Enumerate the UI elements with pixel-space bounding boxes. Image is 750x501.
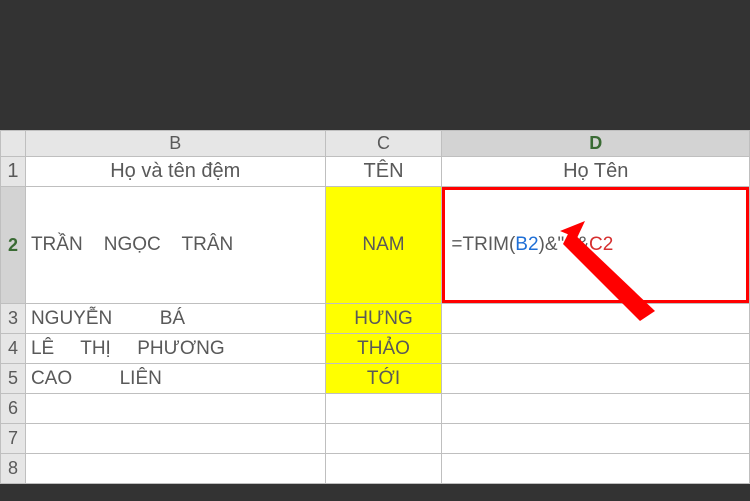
row-8: 8	[1, 454, 750, 484]
formula-ref-b2: B2	[515, 234, 538, 256]
row-header-7[interactable]: 7	[1, 424, 26, 454]
cell-C2[interactable]: NAM	[325, 187, 442, 304]
formula-ref-c2: C2	[589, 234, 613, 256]
spreadsheet[interactable]: B C D 1 Họ và tên đệm TÊN Họ Tên 2 TRẦN …	[0, 130, 750, 484]
row-header-6[interactable]: 6	[1, 394, 26, 424]
col-header-C[interactable]: C	[325, 131, 442, 157]
row-3: 3 NGUYỄN BÁ HƯNG	[1, 304, 750, 334]
grid[interactable]: B C D 1 Họ và tên đệm TÊN Họ Tên 2 TRẦN …	[0, 130, 750, 484]
row-4: 4 LÊ THỊ PHƯƠNG THẢO	[1, 334, 750, 364]
cell-B6[interactable]	[25, 394, 325, 424]
row-header-4[interactable]: 4	[1, 334, 26, 364]
row-header-2[interactable]: 2	[1, 187, 26, 304]
cell-C6[interactable]	[325, 394, 442, 424]
cell-D7[interactable]	[442, 424, 750, 454]
cell-C3[interactable]: HƯNG	[325, 304, 442, 334]
cell-B7[interactable]	[25, 424, 325, 454]
formula-text-prefix: =TRIM(	[451, 234, 515, 256]
row-header-8[interactable]: 8	[1, 454, 26, 484]
cell-B5[interactable]: CAO LIÊN	[25, 364, 325, 394]
row-6: 6	[1, 394, 750, 424]
row-5: 5 CAO LIÊN TỚI	[1, 364, 750, 394]
formula-editor[interactable]: =TRIM(B2)&" "&C2	[442, 187, 749, 303]
cell-C1[interactable]: TÊN	[325, 157, 442, 187]
cell-B3[interactable]: NGUYỄN BÁ	[25, 304, 325, 334]
cell-B2[interactable]: TRẦN NGỌC TRÂN	[25, 187, 325, 304]
cell-D8[interactable]	[442, 454, 750, 484]
cell-C7[interactable]	[325, 424, 442, 454]
row-header-1[interactable]: 1	[1, 157, 26, 187]
cell-B8[interactable]	[25, 454, 325, 484]
row-header-3[interactable]: 3	[1, 304, 26, 334]
cell-D6[interactable]	[442, 394, 750, 424]
cell-B4[interactable]: LÊ THỊ PHƯƠNG	[25, 334, 325, 364]
row-header-5[interactable]: 5	[1, 364, 26, 394]
cell-D3[interactable]	[442, 304, 750, 334]
col-header-B[interactable]: B	[25, 131, 325, 157]
cell-C4[interactable]: THẢO	[325, 334, 442, 364]
cell-B1[interactable]: Họ và tên đệm	[25, 157, 325, 187]
select-all-corner[interactable]	[1, 131, 26, 157]
cell-C8[interactable]	[325, 454, 442, 484]
row-7: 7	[1, 424, 750, 454]
row-2: 2 TRẦN NGỌC TRÂN NAM =TRIM(B2)&" "&C2	[1, 187, 750, 304]
cell-D4[interactable]	[442, 334, 750, 364]
cell-C5[interactable]: TỚI	[325, 364, 442, 394]
cell-D2[interactable]: =TRIM(B2)&" "&C2	[442, 187, 750, 304]
cell-D5[interactable]	[442, 364, 750, 394]
formula-text-mid: )&" "&	[539, 234, 589, 256]
